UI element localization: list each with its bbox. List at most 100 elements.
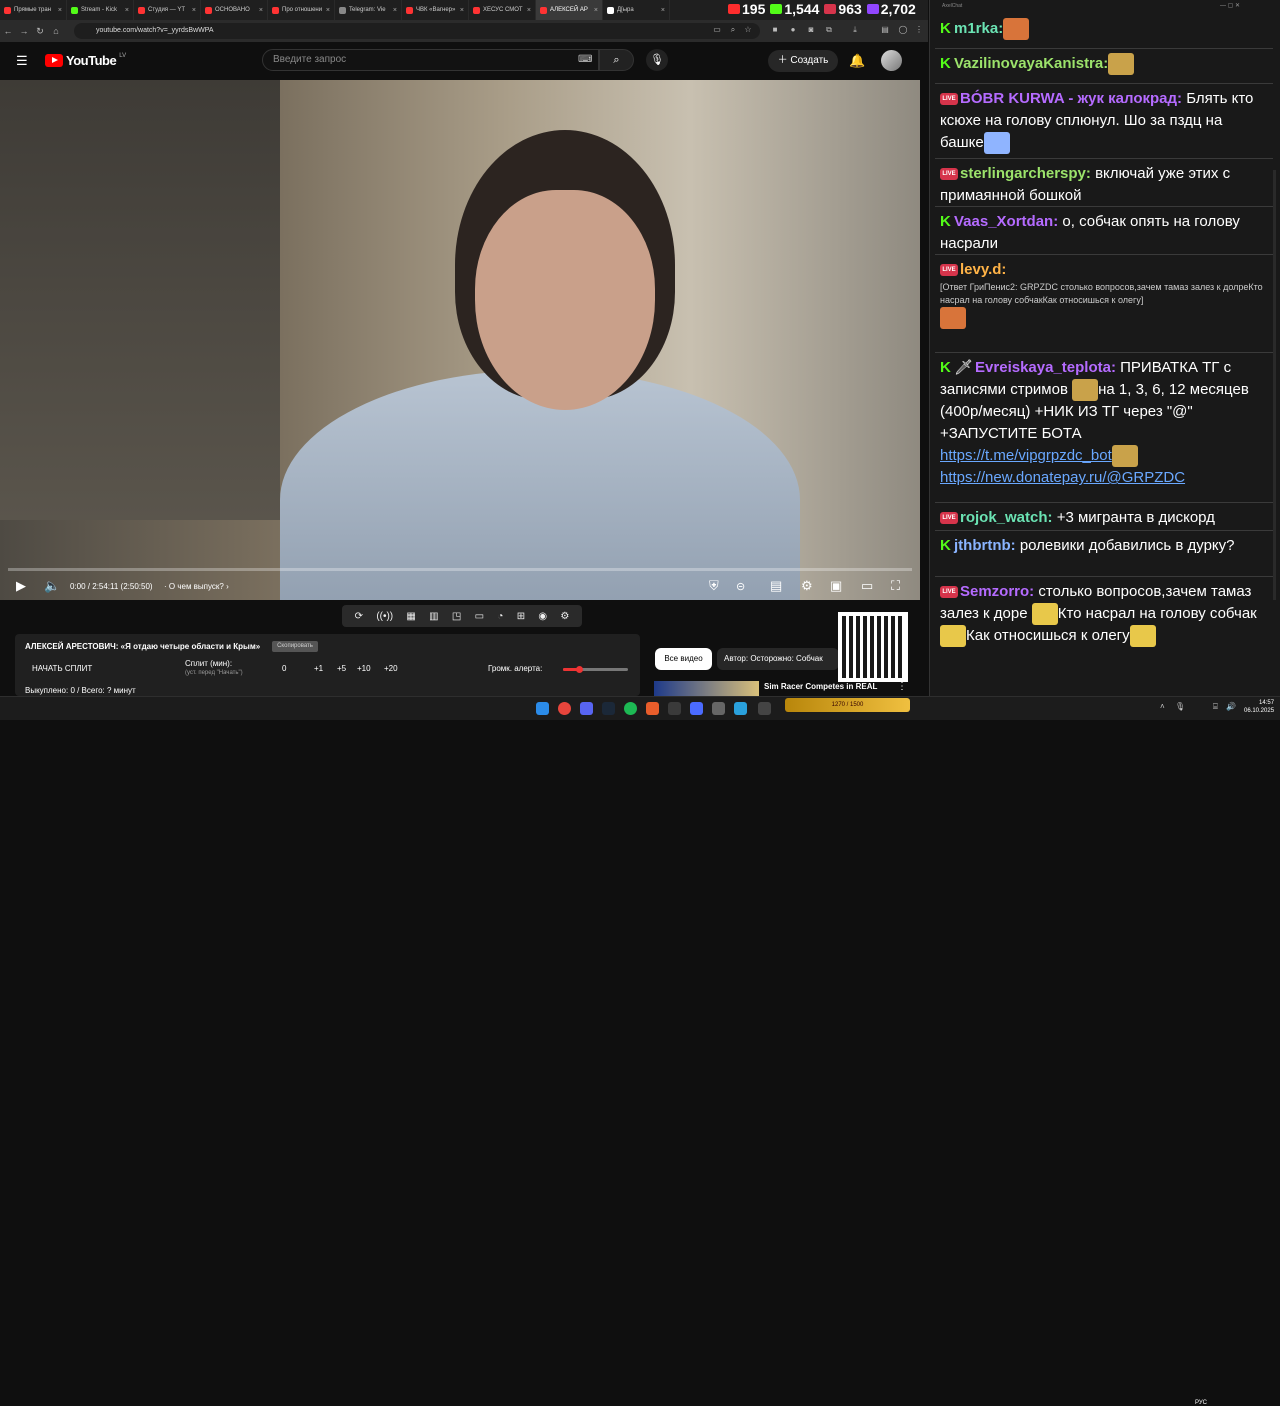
- video-thumbnail[interactable]: [654, 681, 759, 696]
- close-tab-icon[interactable]: ×: [125, 7, 129, 14]
- shield-icon[interactable]: ⛨: [709, 578, 719, 594]
- discord-icon[interactable]: [580, 702, 593, 715]
- video-progress-bar[interactable]: [8, 568, 912, 571]
- chat-username[interactable]: BÓBR KURWA - жук калокрад:: [960, 90, 1182, 107]
- youtube-logo[interactable]: YouTube LV: [45, 53, 126, 68]
- close-tab-icon[interactable]: ×: [326, 7, 330, 14]
- browser-tab[interactable]: Stream - Kick ×: [67, 0, 134, 20]
- close-tab-icon[interactable]: ×: [527, 7, 531, 14]
- back-icon[interactable]: ←: [0, 26, 16, 36]
- chat-link[interactable]: https://new.donatepay.ru/@GRPZDC: [940, 469, 1185, 486]
- create-button[interactable]: ＋ Создать: [768, 50, 838, 72]
- tray-chevron-icon[interactable]: ˄: [1160, 702, 1165, 711]
- browser-tab[interactable]: Telegram: Vie ×: [335, 0, 402, 20]
- chat-username[interactable]: Semzorro:: [960, 583, 1034, 600]
- chat-username[interactable]: rojok_watch:: [960, 509, 1053, 526]
- chat-username[interactable]: m1rka:: [954, 20, 1003, 37]
- browser-tab[interactable]: Студия — YT ×: [134, 0, 201, 20]
- camera-icon[interactable]: ◉: [538, 611, 547, 622]
- volume-icon[interactable]: 🔈: [44, 578, 60, 594]
- language-indicator[interactable]: РУС: [1195, 1400, 1207, 1406]
- search-button[interactable]: ⌕: [599, 49, 634, 71]
- browser-tab[interactable]: ХЕСУС СМОТ ×: [469, 0, 536, 20]
- clapper-icon[interactable]: ▥: [429, 611, 438, 622]
- close-tab-icon[interactable]: ×: [192, 7, 196, 14]
- chip-author[interactable]: Автор: Осторожно: Собчак: [717, 648, 839, 670]
- app-icon[interactable]: [712, 702, 725, 715]
- more-options-icon[interactable]: ⋮: [897, 681, 907, 692]
- zoom-icon[interactable]: ⌕: [728, 25, 738, 35]
- chat-link[interactable]: https://t.me/vipgrpzdc_bot: [940, 447, 1112, 464]
- video-player[interactable]: [0, 80, 920, 600]
- chat-scrollbar[interactable]: [1273, 170, 1276, 600]
- spotify-icon[interactable]: [624, 702, 637, 715]
- speed-icon[interactable]: ◔: [497, 611, 503, 622]
- reload-icon[interactable]: ↻: [32, 26, 48, 37]
- install-icon[interactable]: ▭: [712, 25, 722, 35]
- autoplay-toggle[interactable]: ⊝: [736, 580, 745, 593]
- bookmark-star-icon[interactable]: ☆: [743, 25, 753, 35]
- miniplayer-icon[interactable]: ▣: [830, 578, 842, 594]
- browser-tab[interactable]: ОСНОВАНО ×: [201, 0, 268, 20]
- frame-step-icon[interactable]: ⊞: [517, 611, 525, 622]
- browser-tab[interactable]: Д[ыра ×: [603, 0, 670, 20]
- close-tab-icon[interactable]: ×: [460, 7, 464, 14]
- copy-badge[interactable]: Скопировать: [272, 641, 318, 652]
- split-value[interactable]: 0: [282, 664, 286, 673]
- extension-icon[interactable]: ◙: [806, 25, 816, 35]
- clock[interactable]: 14:57 06.10.2025: [1244, 699, 1274, 715]
- chat-username[interactable]: levy.d:: [960, 261, 1006, 278]
- home-icon[interactable]: ⌂: [48, 26, 64, 36]
- app-icon[interactable]: [646, 702, 659, 715]
- microphone-tray-icon[interactable]: 🎙: [1175, 702, 1185, 711]
- steam-icon[interactable]: [602, 702, 615, 715]
- keyboard-icon[interactable]: ⌨: [578, 54, 592, 65]
- window-controls[interactable]: — ▢ ✕: [1220, 2, 1240, 9]
- cinema-icon[interactable]: ▭: [475, 611, 484, 622]
- sidebar-icon[interactable]: ▤: [880, 25, 890, 35]
- hamburger-menu-icon[interactable]: ☰: [16, 53, 28, 69]
- forward-icon[interactable]: →: [16, 26, 32, 36]
- close-tab-icon[interactable]: ×: [58, 7, 62, 14]
- chat-username[interactable]: Evreiskaya_teplota:: [975, 359, 1116, 376]
- start-icon[interactable]: [536, 702, 549, 715]
- chat-username[interactable]: sterlingarcherspy:: [960, 165, 1091, 182]
- chapter-button[interactable]: · О чем выпуск? ›: [164, 582, 229, 591]
- settings-gear-icon[interactable]: ⚙: [801, 578, 813, 594]
- increment-button[interactable]: +5: [337, 664, 346, 673]
- chip-all-videos[interactable]: Все видео: [655, 648, 712, 670]
- menu-icon[interactable]: ⋮: [914, 25, 924, 35]
- obs-icon[interactable]: [668, 702, 681, 715]
- close-tab-icon[interactable]: ×: [259, 7, 263, 14]
- profile-icon[interactable]: ◯: [898, 25, 908, 35]
- chat-username[interactable]: jthbrtnb:: [954, 537, 1016, 554]
- browser-tab[interactable]: Про отношени ×: [268, 0, 335, 20]
- subtitles-icon[interactable]: ▤: [770, 578, 782, 594]
- browser-tab[interactable]: Прямые тран ×: [0, 0, 67, 20]
- search-input[interactable]: Введите запрос: [262, 49, 599, 71]
- chat-username[interactable]: Vaas_Xortdan:: [954, 213, 1058, 230]
- browser-tab[interactable]: АЛЕКСЕЙ АР ×: [536, 0, 603, 20]
- chat-username[interactable]: VazilinovayaKanistra:: [954, 55, 1108, 72]
- start-split-button[interactable]: НАЧАТЬ СПЛИТ: [32, 664, 92, 673]
- broadcast-icon[interactable]: ((•)): [376, 611, 393, 622]
- url-field[interactable]: youtube.com/watch?v=_yyrdsBwWPA: [74, 23, 760, 39]
- notifications-bell-icon[interactable]: 🔔: [849, 53, 865, 69]
- extension-icon[interactable]: ●: [788, 25, 798, 35]
- network-icon[interactable]: ⌸: [1213, 702, 1218, 712]
- alert-volume-slider[interactable]: [563, 666, 628, 673]
- increment-button[interactable]: +1: [314, 664, 323, 673]
- telegram-icon[interactable]: [734, 702, 747, 715]
- increment-button[interactable]: +10: [357, 664, 371, 673]
- fullscreen-icon[interactable]: ⛶: [891, 578, 900, 594]
- close-tab-icon[interactable]: ×: [661, 7, 665, 14]
- browser-tab[interactable]: ЧВК «Вагнер» ×: [402, 0, 469, 20]
- chrome-icon[interactable]: [558, 702, 571, 715]
- app-icon[interactable]: [690, 702, 703, 715]
- theater-mode-icon[interactable]: ▭: [861, 578, 873, 594]
- extension-icon[interactable]: ■: [770, 25, 780, 35]
- loop-icon[interactable]: ⟳: [355, 611, 363, 622]
- avatar[interactable]: [881, 50, 902, 71]
- gear-icon[interactable]: ⚙: [560, 611, 569, 622]
- speaker-icon[interactable]: 🔊: [1226, 702, 1236, 711]
